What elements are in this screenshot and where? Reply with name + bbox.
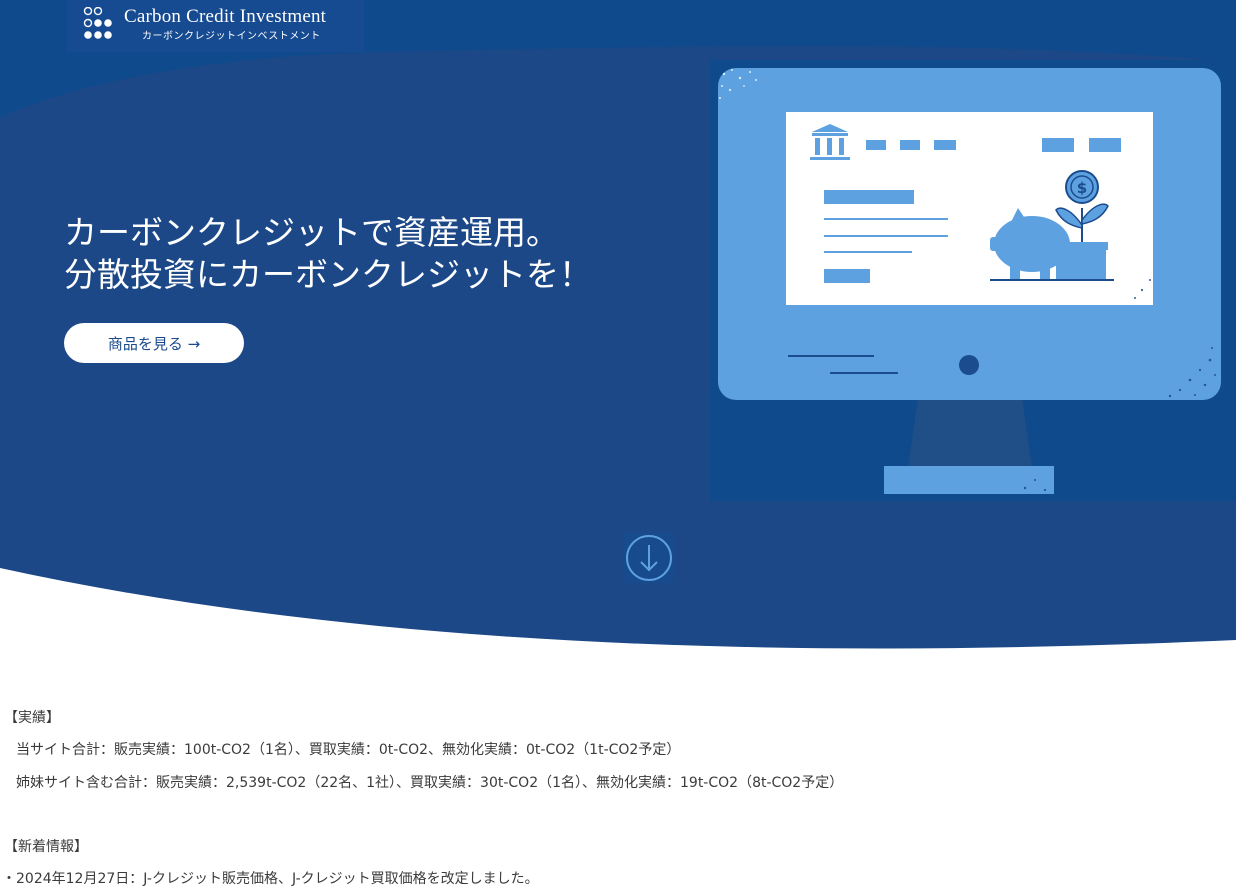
arrow-down-circle-icon[interactable] — [624, 533, 674, 583]
monitor-illustration: $ — [710, 60, 1236, 501]
hero-heading-line1: カーボンクレジットで資産運用。 — [64, 213, 559, 252]
results-heading: 【実績】 — [4, 710, 60, 726]
svg-text:$: $ — [1077, 179, 1087, 197]
logo-title: Carbon Credit Investment — [124, 6, 327, 27]
hero-heading-line2: 分散投資にカーボンクレジットを！ — [64, 255, 592, 294]
view-products-button[interactable]: 商品を見る → — [64, 323, 244, 363]
logo-dots-icon — [83, 7, 112, 39]
news-heading: 【新着情報】 — [4, 839, 88, 855]
news-item[interactable]: ・2024年12月27日：J-クレジット販売価格、J-クレジット買取価格を改定し… — [2, 868, 539, 888]
logo-subtitle: カーボンクレジットインベストメント — [142, 31, 321, 42]
results-site-line: 当サイト合計：販売実績：100t-CO2（1名）、買取実績：0t-CO2、無効化… — [16, 742, 681, 758]
results-sister-line: 姉妹サイト含む合計：販売実績：2,539t-CO2（22名、1社）、買取実績：3… — [16, 775, 844, 791]
hero-heading: カーボンクレジットで資産運用。 分散投資にカーボンクレジットを！ — [64, 212, 592, 296]
